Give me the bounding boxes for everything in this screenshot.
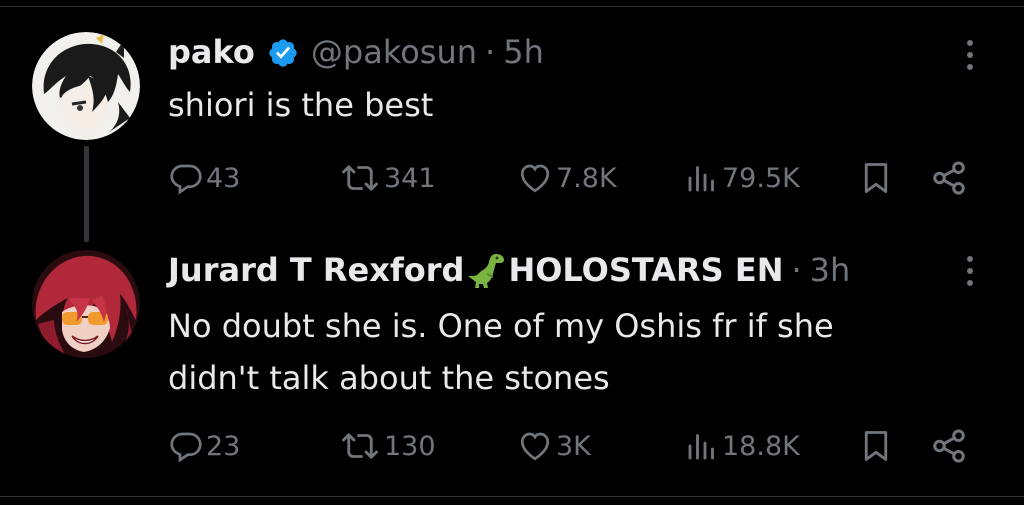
- thread-connector-line: [84, 146, 89, 242]
- like-icon: [520, 432, 550, 461]
- post-text: No doubt she is. One of my Oshis fr if s…: [168, 300, 968, 404]
- like-icon: [520, 164, 550, 193]
- reply-icon: [170, 432, 202, 463]
- dinosaur-emoji: [466, 250, 506, 290]
- views-icon: [688, 166, 714, 192]
- action-bar: 23 130 3K 18.8K: [168, 426, 988, 466]
- repost-count: 130: [384, 430, 436, 462]
- bookmark-button[interactable]: [858, 158, 894, 198]
- separator-dot: ·: [485, 33, 496, 71]
- like-button[interactable]: 3K: [516, 426, 591, 466]
- reply-button[interactable]: 23: [168, 426, 240, 466]
- like-count: 7.8K: [556, 162, 617, 194]
- more-options-icon[interactable]: [960, 254, 980, 288]
- bookmark-icon: [864, 163, 888, 193]
- post-text: shiori is the best: [168, 82, 968, 128]
- share-icon: [933, 429, 965, 463]
- views-button[interactable]: 18.8K: [684, 426, 800, 466]
- post-header: Jurard T Rexford HOLOSTARS EN · 3h: [168, 248, 850, 292]
- verified-badge-icon[interactable]: [267, 36, 299, 68]
- bookmark-icon: [864, 431, 888, 461]
- repost-icon: [342, 433, 378, 459]
- display-name[interactable]: pako: [168, 30, 255, 74]
- post-timestamp[interactable]: 5h: [503, 30, 544, 74]
- views-count: 79.5K: [722, 162, 800, 194]
- reply-count: 43: [206, 162, 241, 194]
- bottom-divider: [0, 496, 1024, 497]
- share-button[interactable]: [930, 426, 968, 466]
- separator-dot: ·: [791, 251, 802, 289]
- avatar-pako[interactable]: [32, 32, 140, 140]
- reply-count: 23: [206, 430, 241, 462]
- post-text-line: didn't talk about the stones: [168, 359, 610, 397]
- repost-icon: [342, 165, 378, 191]
- views-count: 18.8K: [722, 430, 800, 462]
- views-icon: [688, 434, 714, 460]
- share-button[interactable]: [930, 158, 968, 198]
- post-jurard[interactable]: Jurard T Rexford HOLOSTARS EN · 3h No do…: [0, 240, 1024, 496]
- user-handle[interactable]: @pakosun: [311, 30, 477, 74]
- post-timestamp[interactable]: 3h: [810, 248, 851, 292]
- views-button[interactable]: 79.5K: [684, 158, 800, 198]
- action-bar: 43 341 7.8K 79.5K: [168, 158, 988, 198]
- post-text-line: shiori is the best: [168, 86, 434, 124]
- reply-button[interactable]: 43: [168, 158, 240, 198]
- reply-icon: [170, 164, 202, 195]
- display-name[interactable]: Jurard T Rexford: [168, 248, 464, 292]
- like-count: 3K: [556, 430, 591, 462]
- more-options-icon[interactable]: [960, 38, 980, 72]
- repost-button[interactable]: 130: [338, 426, 436, 466]
- repost-count: 341: [384, 162, 436, 194]
- avatar-jurard[interactable]: [32, 250, 140, 358]
- post-pako[interactable]: pako @pakosun · 5h shiori is the best 43: [0, 0, 1024, 242]
- like-button[interactable]: 7.8K: [516, 158, 617, 198]
- repost-button[interactable]: 341: [338, 158, 436, 198]
- display-name-suffix[interactable]: HOLOSTARS EN: [508, 248, 783, 292]
- post-header: pako @pakosun · 5h: [168, 30, 544, 74]
- post-text-line: No doubt she is. One of my Oshis fr if s…: [168, 307, 834, 345]
- share-icon: [933, 161, 965, 195]
- bookmark-button[interactable]: [858, 426, 894, 466]
